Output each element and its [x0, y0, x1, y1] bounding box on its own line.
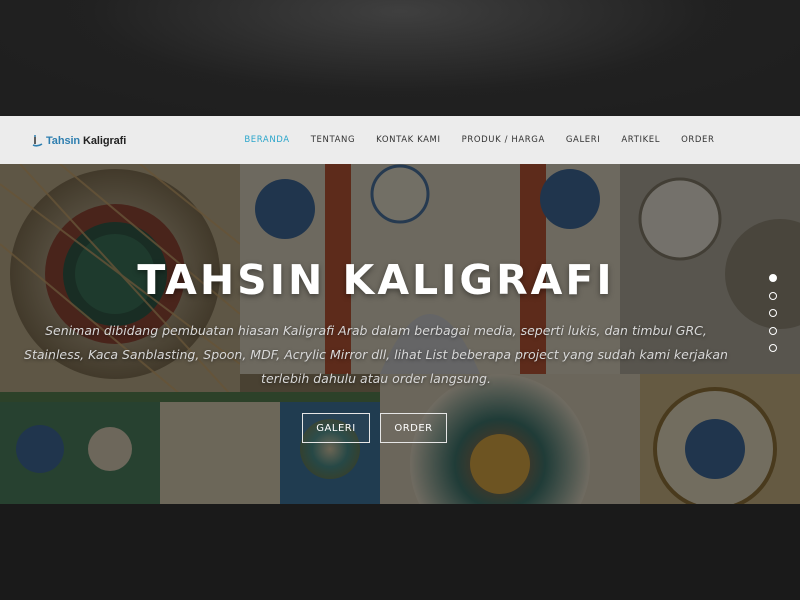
slider-pagination	[769, 274, 779, 362]
nav-item-tentang[interactable]: TENTANG	[300, 135, 365, 145]
order-button[interactable]: ORDER	[380, 413, 447, 443]
slider-dot-2[interactable]	[769, 291, 777, 300]
site-logo[interactable]: Tahsin Kaligrafi	[30, 133, 126, 149]
navbar: Tahsin Kaligrafi BERANDA TENTANG KONTAK …	[0, 116, 800, 164]
nav-item-beranda[interactable]: BERANDA	[234, 135, 300, 145]
logo-text-primary: Tahsin	[46, 135, 81, 147]
main-menu: BERANDA TENTANG KONTAK KAMI PRODUK / HAR…	[234, 116, 725, 164]
hero-description: Seniman dibidang pembuatan hiasan Kaligr…	[24, 323, 728, 386]
galeri-button[interactable]: GALERI	[302, 413, 370, 443]
nav-item-produk-harga[interactable]: PRODUK / HARGA	[451, 135, 555, 145]
slider-dot-4[interactable]	[769, 326, 777, 335]
nav-item-kontak-kami[interactable]: KONTAK KAMI	[366, 135, 451, 145]
nav-item-order[interactable]: ORDER	[671, 135, 725, 145]
slider-dot-3[interactable]	[769, 309, 777, 317]
slider-dot-1[interactable]	[769, 274, 777, 282]
calligraphy-logo-icon	[30, 134, 44, 148]
hero-title: TAHSIN KALIGRAFI	[137, 256, 615, 304]
slider-dot-5[interactable]	[769, 344, 777, 352]
top-dark-backdrop	[0, 0, 800, 116]
logo-text-secondary: Kaligrafi	[83, 135, 127, 147]
nav-item-artikel[interactable]: ARTIKEL	[611, 135, 671, 145]
nav-item-galeri[interactable]: GALERI	[555, 135, 611, 145]
page-footer-area	[0, 504, 800, 600]
hero-slider: TAHSIN KALIGRAFI Seniman dibidang pembua…	[0, 164, 800, 504]
